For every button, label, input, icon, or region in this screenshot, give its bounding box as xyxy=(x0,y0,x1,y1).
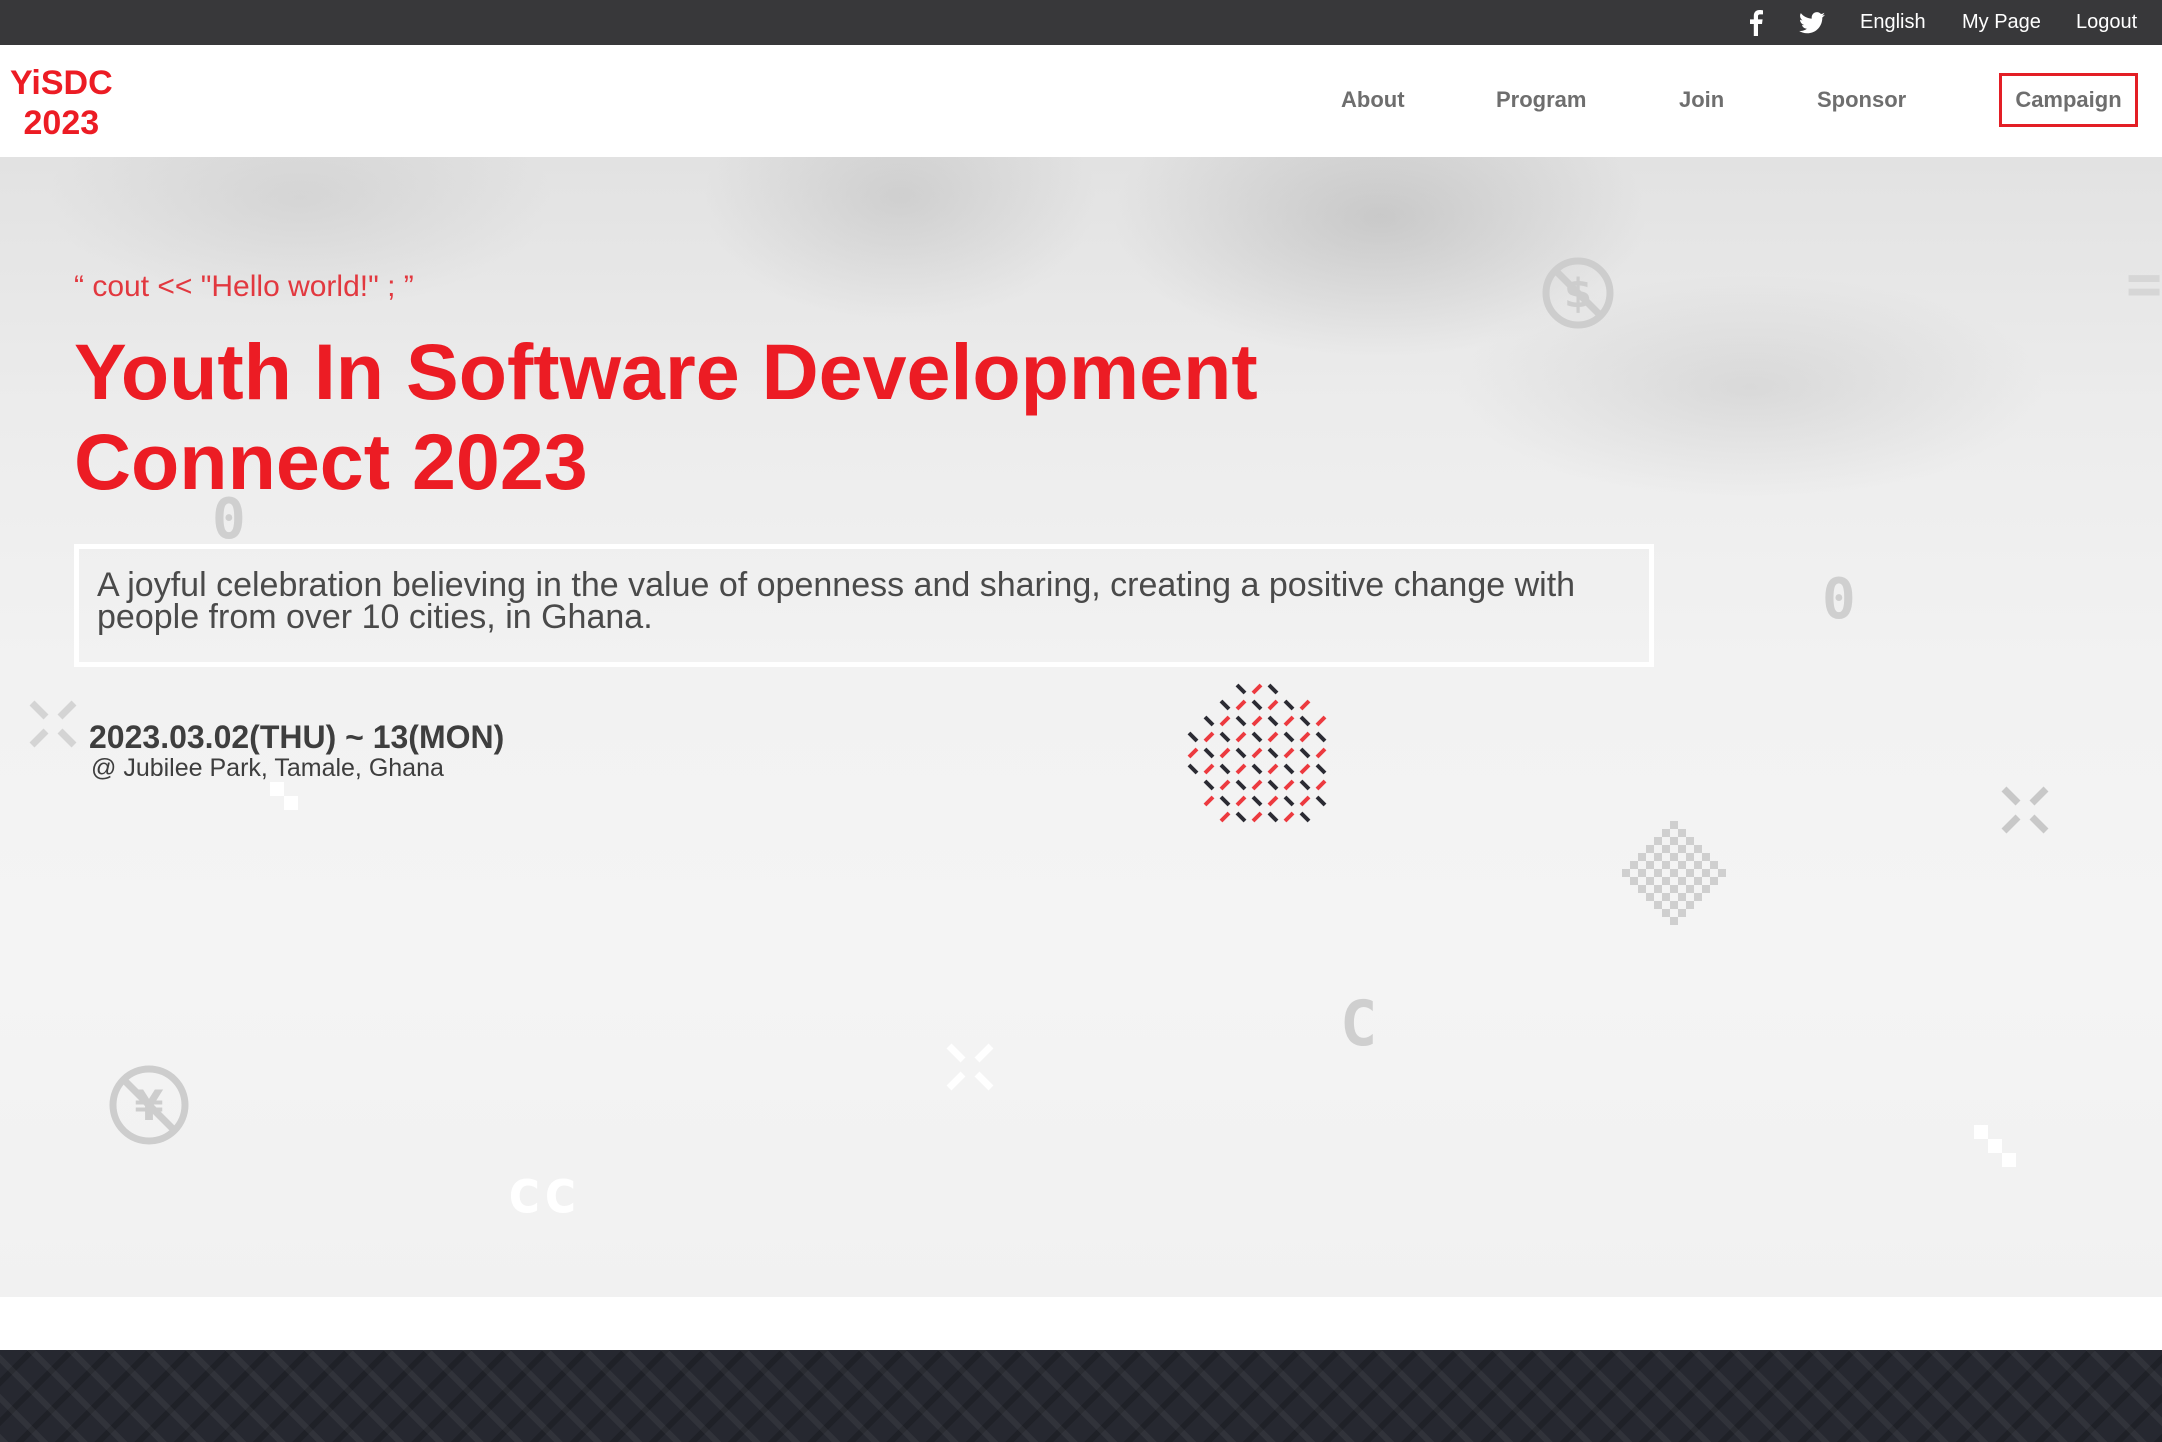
equals-glyph-icon: = xyxy=(2126,249,2162,319)
nav-about[interactable]: About xyxy=(1341,85,1405,115)
no-yen-icon: ¥ xyxy=(109,1065,189,1145)
dark-pattern-band xyxy=(0,1350,2162,1442)
code-tagline: “ cout << "Hello world!" ; ” xyxy=(74,270,414,303)
cc-license-icon: cc xyxy=(506,1157,579,1227)
logo-line2: 2023 xyxy=(23,104,100,142)
checker-diamond-icon xyxy=(1622,821,1726,925)
pixel-steps-icon xyxy=(1974,1125,2016,1167)
event-date: 2023.03.02(THU) ~ 13(MON) xyxy=(89,719,505,755)
nav-campaign[interactable]: Campaign xyxy=(1999,73,2138,127)
utility-bar: English My Page Logout xyxy=(0,0,2162,45)
hero-title-line1: Youth In Software Development xyxy=(74,327,1258,416)
site-header: YiSDC 2023 About Program Join Sponsor Ca… xyxy=(0,45,2162,157)
logo-line1: YiSDC xyxy=(10,64,113,102)
hero-section: $ ¥ 0 0 C cc = “ cout << "Hello world!" … xyxy=(0,157,2162,1297)
hero-title-line2: Connect 2023 xyxy=(74,417,588,506)
event-location: @ Jubilee Park, Tamale, Ghana xyxy=(91,754,444,782)
no-dollar-icon: $ xyxy=(1542,257,1614,329)
twitter-icon[interactable] xyxy=(1799,0,1825,45)
copyleft-c-icon: C xyxy=(1340,987,1378,1060)
nav-program[interactable]: Program xyxy=(1496,85,1586,115)
zero-glyph-icon: 0 xyxy=(1822,567,1856,632)
logout-link[interactable]: Logout xyxy=(2076,0,2137,45)
dash-pattern-circle-icon xyxy=(1187,683,1327,823)
pixel-steps-icon xyxy=(270,782,298,810)
cross-arrows-icon xyxy=(29,700,77,748)
cross-arrows-icon xyxy=(946,1043,994,1091)
cross-arrows-icon xyxy=(2001,786,2049,834)
hero-description: A joyful celebration believing in the va… xyxy=(74,544,1654,667)
facebook-icon[interactable] xyxy=(1749,0,1763,45)
section-spacer xyxy=(0,1297,2162,1350)
language-link[interactable]: English xyxy=(1860,0,1926,45)
site-logo[interactable]: YiSDC 2023 xyxy=(10,63,113,143)
nav-join[interactable]: Join xyxy=(1679,85,1724,115)
my-page-link[interactable]: My Page xyxy=(1962,0,2041,45)
hero-title: Youth In Software Development Connect 20… xyxy=(74,327,1258,507)
nav-sponsor[interactable]: Sponsor xyxy=(1817,85,1906,115)
